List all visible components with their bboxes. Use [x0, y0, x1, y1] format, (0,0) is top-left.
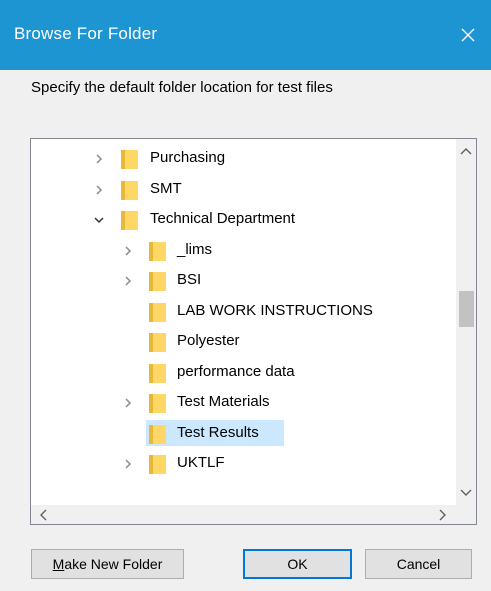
- tree-item-label: _lims: [177, 240, 213, 258]
- folder-icon: [121, 150, 138, 169]
- folder-icon: [149, 333, 166, 352]
- chevron-right-icon[interactable]: [92, 183, 106, 197]
- make-new-folder-label: ake New Folder: [64, 556, 163, 572]
- window-title: Browse For Folder: [14, 24, 158, 43]
- tree-item-label: Purchasing: [150, 149, 226, 166]
- instruction-text: Specify the default folder location for …: [31, 79, 333, 96]
- tree-item[interactable]: Test Materials: [31, 388, 457, 417]
- folder-icon: [149, 363, 166, 383]
- make-new-folder-mnemonic: M: [52, 556, 65, 572]
- tree-item-label: Test Results: [177, 423, 259, 441]
- scrollbar-corner: [456, 505, 476, 524]
- close-button[interactable]: [445, 0, 491, 70]
- vertical-scrollbar[interactable]: [456, 139, 476, 505]
- folder-icon: [121, 211, 138, 230]
- chevron-right-icon[interactable]: [121, 244, 135, 258]
- tree-item[interactable]: Purchasing: [31, 144, 457, 173]
- folder-tree[interactable]: Purchasing SMT Technical Department _lims BS…: [30, 138, 477, 525]
- chevron-down-icon[interactable]: [92, 213, 106, 227]
- tree-item[interactable]: LAB WORK INSTRUCTIONS: [31, 297, 457, 326]
- scroll-right-icon[interactable]: [439, 509, 447, 521]
- folder-icon: [149, 241, 166, 261]
- make-new-folder-button[interactable]: Make New Folder: [31, 549, 184, 579]
- tree-item[interactable]: UKTLF: [31, 449, 457, 478]
- ok-button[interactable]: OK: [243, 549, 352, 579]
- tree-rows: Purchasing SMT Technical Department _lims BS…: [31, 139, 457, 505]
- tree-item-label: performance data: [177, 362, 295, 380]
- tree-item[interactable]: SMT: [31, 175, 457, 204]
- tree-item[interactable]: Test Results: [31, 419, 457, 448]
- chevron-right-icon[interactable]: [121, 274, 135, 288]
- scroll-up-icon[interactable]: [460, 147, 472, 155]
- tree-item[interactable]: _lims: [31, 236, 457, 265]
- tree-item-label: UKTLF: [177, 454, 225, 471]
- tree-item[interactable]: performance data: [31, 358, 457, 387]
- folder-icon: [149, 455, 166, 474]
- tree-item-label: Technical Department: [150, 210, 296, 227]
- tree-item-label: Test Materials: [177, 393, 270, 410]
- folder-icon: [149, 394, 166, 413]
- vertical-scroll-thumb[interactable]: [459, 291, 474, 327]
- folder-icon: [149, 424, 166, 444]
- tree-item[interactable]: Technical Department: [31, 205, 457, 234]
- tree-item-label: LAB WORK INSTRUCTIONS: [177, 301, 373, 319]
- chevron-right-icon[interactable]: [121, 457, 135, 471]
- chevron-right-icon[interactable]: [92, 152, 106, 166]
- tree-item-label: SMT: [150, 179, 182, 197]
- scroll-left-icon[interactable]: [39, 509, 47, 521]
- tree-item-label: Polyester: [177, 332, 240, 349]
- folder-icon: [149, 272, 166, 291]
- title-bar: Browse For Folder: [0, 0, 491, 70]
- chevron-right-icon[interactable]: [121, 396, 135, 410]
- tree-item[interactable]: BSI: [31, 266, 457, 295]
- close-icon: [461, 28, 475, 42]
- tree-item-label: BSI: [177, 271, 202, 288]
- tree-item[interactable]: Polyester: [31, 327, 457, 356]
- cancel-button[interactable]: Cancel: [365, 549, 472, 579]
- scroll-down-icon[interactable]: [460, 489, 472, 497]
- folder-icon: [149, 302, 166, 322]
- folder-icon: [121, 180, 138, 200]
- horizontal-scrollbar[interactable]: [31, 505, 457, 524]
